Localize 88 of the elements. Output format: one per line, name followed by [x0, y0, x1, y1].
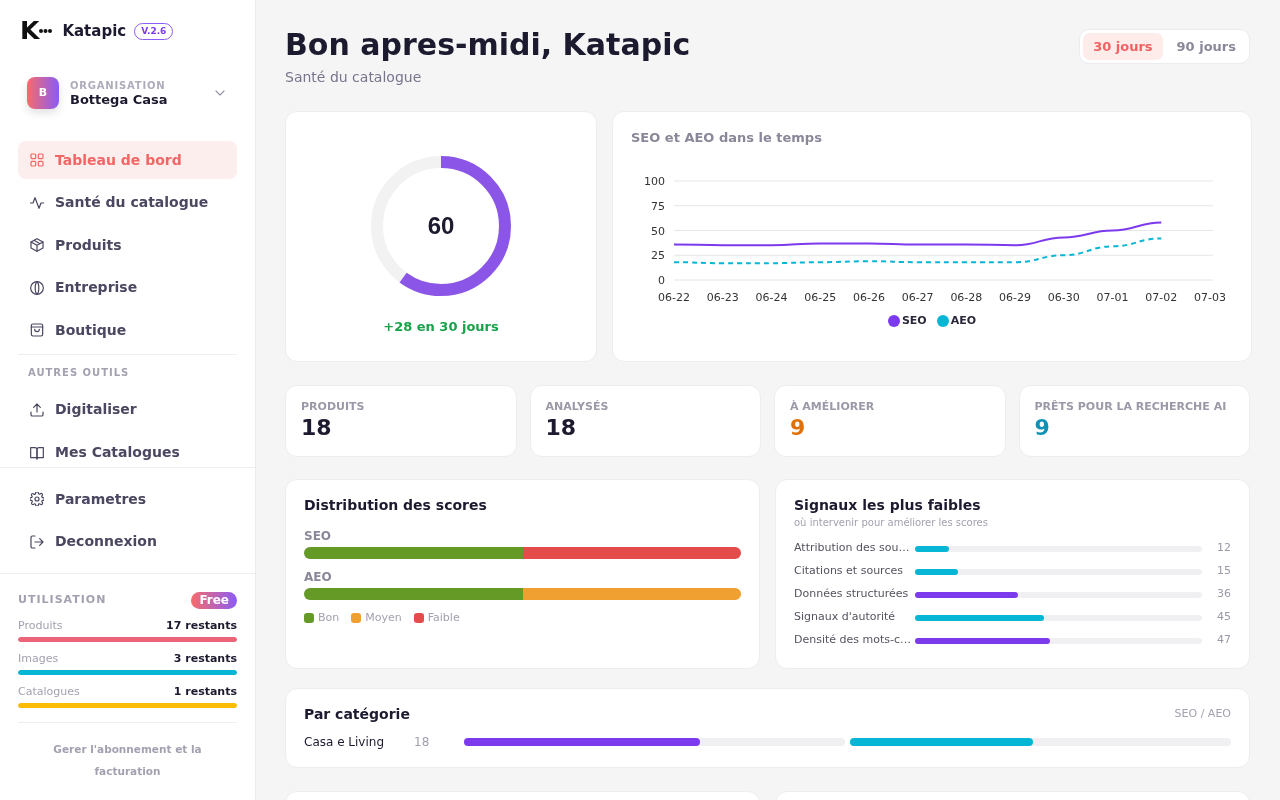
stat-label: À AMÉLIORER [790, 400, 876, 414]
axis-tick-label: 06-25 [804, 291, 837, 304]
signal-value: 12 [1216, 540, 1231, 557]
section-heading: AUTRES OUTILS [27, 366, 131, 379]
bar-label: SEO [304, 529, 333, 543]
sidebar-nav-item[interactable]: Santé du catalogue [18, 183, 237, 222]
page-subtitle: Santé du catalogue [285, 68, 423, 87]
axis-tick-label: 06-29 [999, 291, 1032, 304]
axis-tick-label: 75 [651, 199, 665, 213]
signal-label: Données structurées [794, 586, 910, 603]
score-value: 60 [427, 212, 455, 240]
legend-label: AEO [950, 314, 977, 328]
axis-tick-label: 06-27 [901, 291, 934, 304]
sidebar-nav-item[interactable]: Digitaliser [18, 390, 237, 429]
stat-value: 9 [790, 415, 807, 441]
brand-name: Katapic [62, 22, 127, 40]
page-title: Bon apres-midi, Katapic [285, 27, 691, 63]
axis-tick-label: 07-01 [1096, 291, 1129, 304]
book-icon [30, 445, 44, 460]
bar-label: AEO [304, 570, 333, 584]
legend-label: Moyen [365, 611, 402, 625]
chart-title: SEO et AEO dans le temps [631, 130, 823, 146]
organization-avatar: B [27, 77, 59, 109]
card-title: Par catégorie [304, 705, 410, 723]
stat-label: ANALYSÉS [545, 400, 610, 414]
legend-label: Faible [427, 611, 460, 625]
axis-tick-label: 0 [658, 274, 665, 287]
legend-label: Bon [318, 611, 340, 625]
signal-value: 47 [1216, 632, 1231, 649]
category-name: Casa e Living [304, 735, 386, 749]
stat-value: 18 [301, 415, 333, 441]
signal-label: Densité des mots-c… [794, 632, 913, 649]
plan-badge: Free [191, 591, 237, 609]
usage-remaining: 3 restants [173, 652, 237, 667]
axis-tick-label: 06-23 [706, 291, 739, 304]
pulse-icon [30, 195, 44, 210]
sidebar-nav-item[interactable]: Produits [18, 226, 237, 265]
usage-label: Images [18, 652, 59, 667]
package-icon [30, 238, 44, 253]
card-title: Signaux les plus faibles [794, 496, 982, 514]
axis-tick-label: 07-02 [1145, 291, 1178, 304]
usage-label: Produits [18, 619, 63, 634]
usage-remaining: 17 restants [166, 619, 237, 634]
logo-mark: K [20, 18, 39, 44]
organization-switcher[interactable]: B ORGANISATION Bottega Casa [27, 77, 237, 109]
bag-icon [30, 323, 44, 338]
logout-icon [30, 534, 44, 549]
organization-name: Bottega Casa [70, 91, 169, 108]
signal-value: 15 [1216, 563, 1231, 580]
sidebar-nav-item[interactable]: Entreprise [18, 268, 237, 307]
usage-remaining: 1 restants [173, 685, 237, 700]
organization-label: ORGANISATION [70, 78, 167, 92]
axis-tick-label: 06-28 [950, 291, 983, 304]
score-change: +28 en 30 jours [383, 318, 499, 336]
upload-icon [30, 402, 44, 417]
axis-tick-label: 100 [644, 175, 665, 188]
section-heading: UTILISATION [18, 591, 107, 608]
sidebar-nav-item[interactable]: Deconnexion [18, 522, 237, 561]
stat-label: PRÊTS POUR LA RECHERCHE AI [1034, 400, 1228, 414]
settings-icon [30, 492, 44, 506]
stat-label: PRODUITS [301, 400, 366, 414]
globe-icon [30, 280, 44, 295]
axis-tick-label: 50 [651, 224, 665, 238]
column-legend: SEO / AEO [1174, 705, 1231, 723]
sidebar-nav-item[interactable]: Parametres [18, 480, 237, 518]
axis-tick-label: 25 [651, 249, 665, 263]
sidebar-nav-item[interactable]: Boutique [18, 311, 237, 350]
grid-icon [30, 153, 44, 167]
usage-label: Catalogues [18, 685, 80, 700]
stat-value: 18 [545, 415, 578, 441]
axis-tick-label: 06-26 [852, 291, 885, 304]
axis-tick-label: 06-22 [658, 291, 690, 304]
category-count: 18 [414, 735, 431, 749]
stat-value: 9 [1034, 415, 1051, 441]
card-subtitle: où intervenir pour améliorer les scores [794, 516, 989, 529]
axis-tick-label: 07-03 [1194, 291, 1226, 304]
card-title: Distribution des scores [304, 496, 488, 514]
signal-label: Signaux d'autorité [794, 609, 897, 626]
chevron-down-icon [215, 90, 225, 96]
signal-label: Citations et sources [794, 563, 904, 580]
signal-value: 36 [1216, 586, 1231, 603]
axis-tick-label: 06-24 [755, 291, 788, 304]
dots-icon [39, 29, 53, 33]
axis-tick-label: 06-30 [1047, 291, 1080, 304]
signal-value: 45 [1216, 609, 1231, 626]
signal-label: Attribution des sou… [794, 540, 911, 557]
sidebar-nav-item[interactable]: Mes Catalogues [18, 433, 237, 467]
legend-label: SEO [901, 314, 927, 328]
